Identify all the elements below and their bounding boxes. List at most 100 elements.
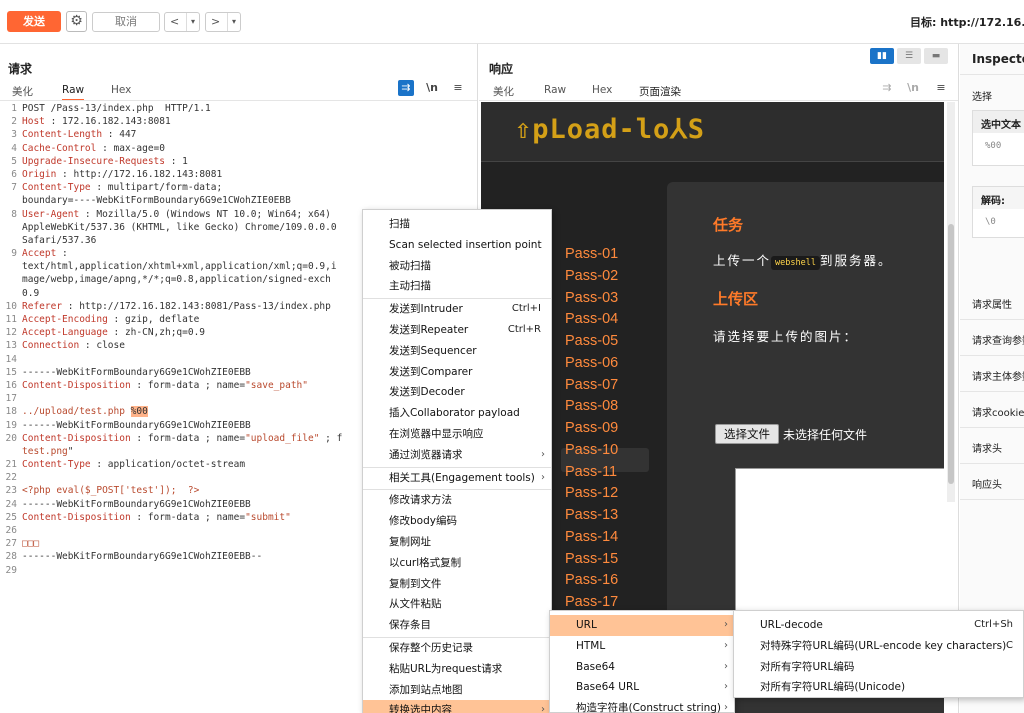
line-text: Origin : http://172.16.182.143:8081 [22, 168, 222, 181]
menu-item[interactable]: 构造字符串(Construct string) › [550, 698, 734, 713]
response-title: 响应 [489, 62, 514, 76]
menu-item[interactable]: 发送到Intruder Ctrl+I [363, 299, 551, 320]
chevron-down-icon[interactable]: ▾ [227, 13, 240, 31]
inspector-section[interactable]: 请求cookie [960, 392, 1024, 428]
pass-link[interactable]: Pass-10 [565, 442, 618, 458]
menu-item[interactable]: 扫描 [363, 214, 551, 235]
pass-link[interactable]: Pass-02 [565, 268, 618, 284]
pass-link[interactable]: Pass-07 [565, 377, 618, 393]
pass-link[interactable]: Pass-04 [565, 311, 618, 327]
menu-item[interactable]: 复制到文件 [363, 574, 551, 595]
forward-button[interactable]: > ▾ [205, 12, 241, 32]
menu-item[interactable]: 发送到Repeater Ctrl+R [363, 320, 551, 341]
tab-raw[interactable]: Raw [62, 84, 85, 101]
menu-item[interactable]: Scan selected insertion point [363, 235, 551, 256]
menu-item[interactable]: 从文件粘贴 [363, 594, 551, 615]
back-button[interactable]: < ▾ [164, 12, 200, 32]
pass-link[interactable]: Pass-01 [565, 246, 618, 262]
hamburger-icon[interactable]: ≡ [450, 80, 466, 96]
tab-divider [0, 100, 477, 101]
menu-item[interactable]: Base64 › [550, 657, 734, 678]
inspector-section[interactable]: 请求主体参数 [960, 356, 1024, 392]
wrap-lines-icon[interactable]: ⇉ [879, 80, 895, 96]
menu-item-label: 修改body编码 [389, 515, 457, 528]
menu-item[interactable]: 主动扫描 [363, 276, 551, 297]
menu-item[interactable]: 被动扫描 [363, 256, 551, 277]
inspector-section[interactable]: 响应头 [960, 464, 1024, 500]
line-text: User-Agent : Mozilla/5.0 (Windows NT 10.… [22, 208, 331, 221]
file-status: 未选择任何文件 [783, 428, 868, 442]
menu-item[interactable]: URL-decode Ctrl+Sh [734, 615, 1023, 636]
pass-link[interactable]: Pass-06 [565, 355, 618, 371]
pass-link[interactable]: Pass-14 [565, 529, 618, 545]
inspector-section[interactable]: 请求头 [960, 428, 1024, 464]
pass-link[interactable]: Pass-09 [565, 420, 618, 436]
pass-link[interactable]: Pass-05 [565, 333, 618, 349]
menu-item[interactable]: 修改body编码 [363, 511, 551, 532]
hamburger-icon[interactable]: ≡ [933, 80, 949, 96]
line-text: 0.9 [22, 287, 39, 300]
tab-render[interactable]: 页面渲染 [626, 84, 693, 104]
decoded-box[interactable]: 解码: \0 [972, 186, 1024, 238]
scrollbar-thumb[interactable] [948, 224, 954, 484]
menu-item[interactable]: 转换选中内容 › [363, 700, 551, 713]
menu-item[interactable]: 以curl格式复制 [363, 553, 551, 574]
chevron-right-icon: › [724, 702, 728, 713]
selected-text-box[interactable]: 选中文本 %00 [972, 110, 1024, 166]
choose-file-button[interactable]: 选择文件 [715, 424, 779, 444]
tab-divider [479, 100, 958, 101]
wrap-lines-icon[interactable]: ⇉ [398, 80, 414, 96]
menu-item[interactable]: URL › [550, 615, 734, 636]
line-text: Content-Length : 447 [22, 128, 136, 141]
chevron-down-icon[interactable]: ▾ [186, 13, 199, 31]
newline-toggle[interactable]: \n [905, 80, 921, 96]
menu-item-label: 发送到Sequencer [389, 344, 477, 357]
pass-link[interactable]: Pass-08 [565, 398, 618, 414]
menu-item[interactable]: 对所有字符URL编码(Unicode) [734, 677, 1023, 698]
menu-item[interactable]: 保存条目 [363, 615, 551, 636]
webshell-tag: webshell [771, 256, 820, 270]
pass-link[interactable]: Pass-15 [565, 551, 618, 567]
inspector-section[interactable]: 请求查询参数 [960, 320, 1024, 356]
single-view-icon[interactable]: ▬ [924, 48, 948, 64]
split-columns-icon[interactable]: ▮▮ [870, 48, 894, 64]
menu-item[interactable]: 保存整个历史记录 [363, 638, 551, 659]
gear-icon[interactable]: ⚙ [66, 11, 87, 32]
tab-hex[interactable]: Hex [592, 84, 612, 99]
toolbar: 发送 ⚙ 取消 <▾ >▾ 目标: http://172.16.18 [0, 0, 1024, 44]
menu-item[interactable]: HTML › [550, 636, 734, 657]
pass-link[interactable]: Pass-12 [565, 485, 618, 501]
pass-link[interactable]: Pass-11 [565, 464, 617, 480]
menu-item[interactable]: 通过浏览器请求 › [363, 445, 551, 466]
menu-item-label: Scan selected insertion point [389, 238, 542, 251]
cancel-button[interactable]: 取消 [92, 12, 160, 32]
menu-item[interactable]: 插入Collaborator payload [363, 403, 551, 424]
split-rows-icon[interactable]: ☰ [897, 48, 921, 64]
send-button[interactable]: 发送 [7, 11, 61, 32]
pass-link[interactable]: Pass-13 [565, 507, 618, 523]
pass-link[interactable]: Pass-16 [565, 572, 618, 588]
line-number: 25 [5, 511, 17, 523]
menu-item[interactable]: 修改请求方法 [363, 490, 551, 511]
line-text: POST /Pass-13/index.php HTTP/1.1 [22, 102, 211, 115]
menu-item[interactable]: 在浏览器中显示响应 [363, 424, 551, 445]
menu-item[interactable]: 添加到站点地图 [363, 680, 551, 701]
tab-hex[interactable]: Hex [111, 84, 131, 99]
inspector-section[interactable]: 请求属性 [960, 284, 1024, 320]
menu-item[interactable]: 粘贴URL为request请求 [363, 659, 551, 680]
newline-toggle[interactable]: \n [424, 80, 440, 96]
menu-item[interactable]: Base64 URL › [550, 677, 734, 698]
menu-item[interactable]: 复制网址 [363, 532, 551, 553]
selected-text[interactable]: %00 [130, 406, 148, 418]
target-label[interactable]: 目标: http://172.16.18 [910, 14, 1024, 30]
tab-raw[interactable]: Raw [544, 84, 566, 99]
pass-link[interactable]: Pass-03 [565, 290, 618, 306]
menu-item[interactable]: 对特殊字符URL编码(URL-encode key characters) C [734, 636, 1023, 657]
menu-item[interactable]: 发送到Sequencer [363, 341, 551, 362]
line-content: AppleWebKit/537.36 (KHTML, like Gecko) C… [22, 221, 337, 233]
menu-item[interactable]: 发送到Comparer [363, 362, 551, 383]
pass-link[interactable]: Pass-17 [565, 594, 618, 610]
menu-item[interactable]: 发送到Decoder [363, 382, 551, 403]
menu-item[interactable]: 相关工具(Engagement tools) › [363, 468, 551, 489]
menu-item[interactable]: 对所有字符URL编码 [734, 657, 1023, 678]
